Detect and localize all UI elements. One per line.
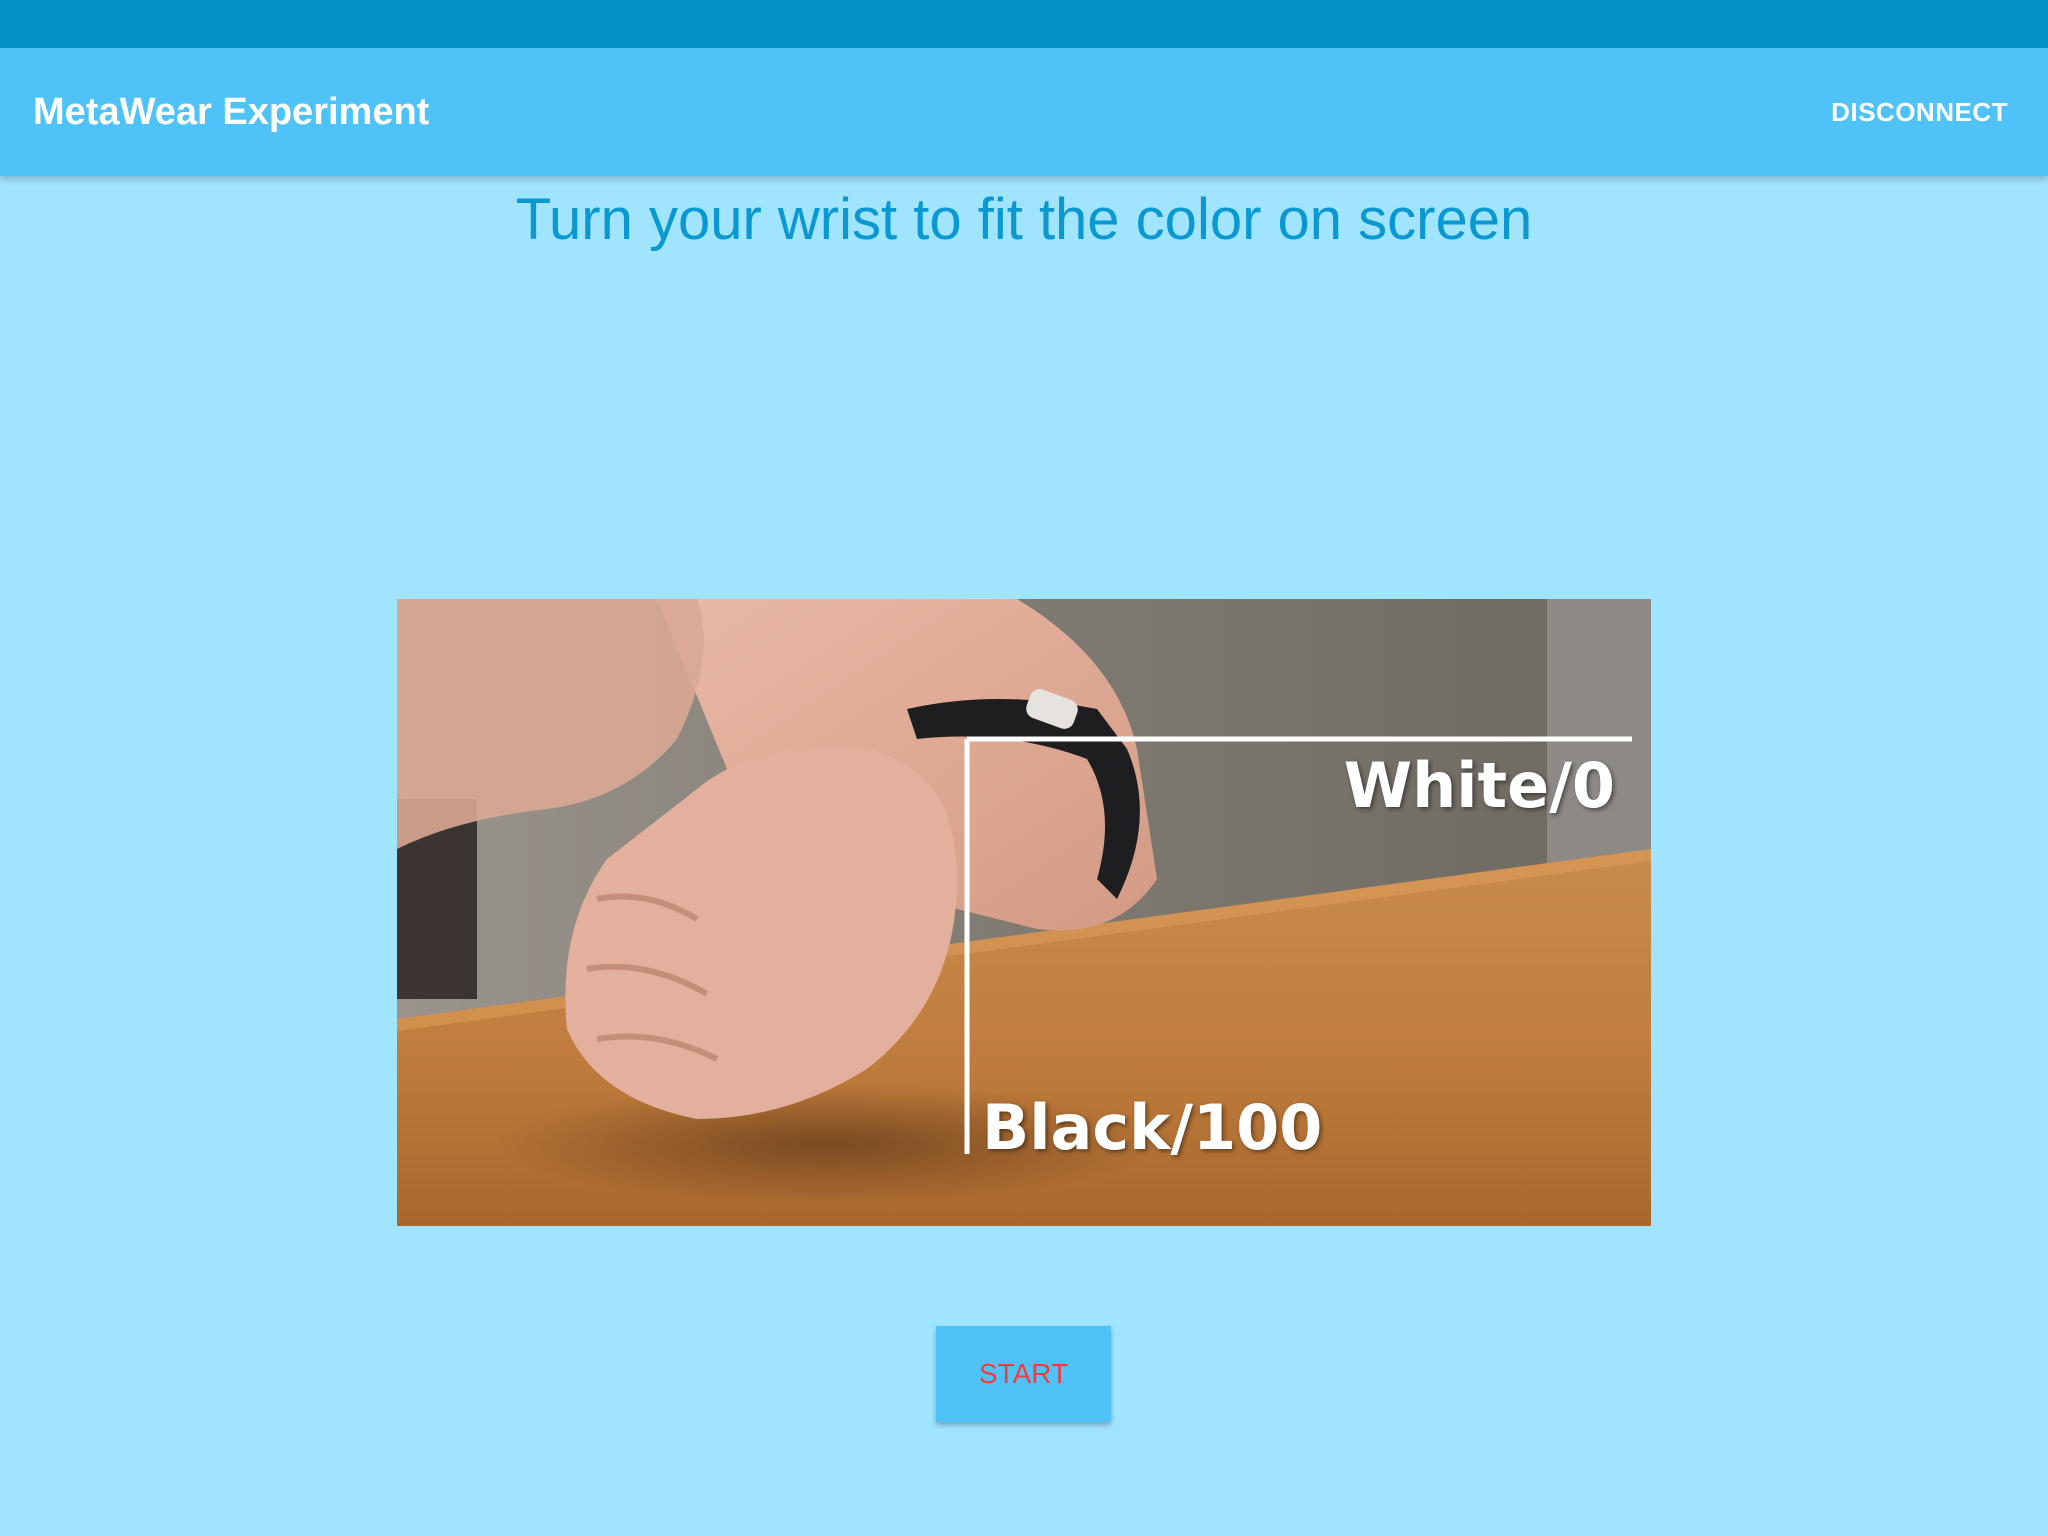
black-hundred-label: Black/100 bbox=[982, 1091, 1323, 1164]
app-bar: MetaWear Experiment DISCONNECT bbox=[0, 48, 2048, 176]
white-zero-label: White/0 bbox=[1343, 749, 1615, 822]
instruction-text: Turn your wrist to fit the color on scre… bbox=[515, 187, 1533, 252]
status-bar bbox=[0, 0, 2048, 48]
wrist-demo-image: White/0 Black/100 bbox=[397, 599, 1651, 1226]
start-button[interactable]: START bbox=[936, 1326, 1111, 1422]
disconnect-button[interactable]: DISCONNECT bbox=[1831, 48, 2008, 176]
app-title: MetaWear Experiment bbox=[33, 91, 430, 133]
